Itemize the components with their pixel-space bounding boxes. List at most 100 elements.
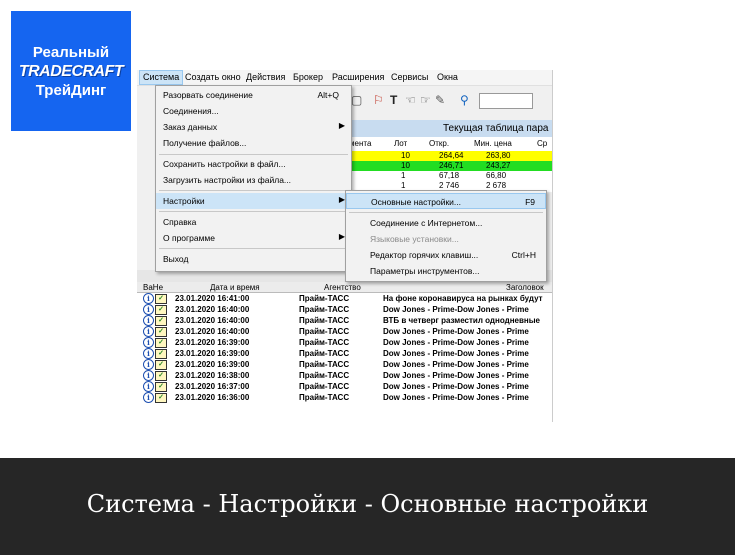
table-title: Текущая таблица пара: [443, 123, 549, 134]
cell-lot: 1: [401, 181, 406, 190]
settings-submenu: Основные настройки... F9 Соединение с Ин…: [345, 190, 547, 282]
menu-item-label: Получение файлов...: [163, 138, 247, 148]
menu-item-help[interactable]: Справка: [156, 214, 351, 230]
table-row[interactable]: i ✓ 23.01.2020 16:36:00 Прайм-ТАСС Dow Jones…: [137, 392, 552, 403]
window-icon[interactable]: ▢: [351, 93, 362, 107]
menu-item-connections[interactable]: Соединения...: [156, 103, 351, 119]
menu-actions[interactable]: Действия: [246, 72, 285, 82]
submenu-item-internet[interactable]: Соединение с Интернетом...: [346, 215, 546, 231]
table-row[interactable]: 10 246,71 243,27: [349, 161, 552, 171]
col-header[interactable]: Агентство: [324, 283, 361, 292]
menu-item-label: Загрузить настройки из файла...: [163, 175, 292, 185]
menu-system[interactable]: Система: [139, 70, 184, 85]
menu-item-label: Разорвать соединение: [163, 90, 253, 100]
table-row[interactable]: 10 264,64 263,80: [349, 151, 552, 161]
menu-item-label: Справка: [163, 217, 197, 227]
col-header[interactable]: Ср: [537, 139, 547, 148]
cell-title: Dow Jones - Prime-Dow Jones - Prime: [383, 393, 529, 402]
cell-datetime: 23.01.2020 16:39:00: [175, 360, 250, 369]
menu-item-label: Сохранить настройки в файл...: [163, 159, 286, 169]
cell-datetime: 23.01.2020 16:36:00: [175, 393, 250, 402]
col-header[interactable]: Дата и время: [210, 283, 260, 292]
menu-item-get-files[interactable]: Получение файлов...: [156, 135, 351, 151]
search-input[interactable]: [479, 93, 533, 109]
system-menu: Разорвать соединение Alt+Q Соединения...…: [155, 85, 352, 272]
envelope-icon: ✓: [155, 316, 167, 326]
menu-broker[interactable]: Брокер: [293, 72, 323, 82]
cell-agency: Прайм-ТАСС: [299, 393, 350, 402]
hand-icon-2[interactable]: ☞: [420, 93, 431, 107]
logo-line-1: Реальный: [32, 44, 110, 61]
cell-datetime: 23.01.2020 16:38:00: [175, 371, 250, 380]
menu-item-settings[interactable]: Настройки ▶: [156, 193, 351, 209]
table-row[interactable]: i ✓ 23.01.2020 16:39:00 Прайм-ТАСС Dow Jones…: [137, 348, 552, 359]
menu-item-label: Соединение с Интернетом...: [370, 218, 483, 228]
menu-item-about[interactable]: О программе ▶: [156, 230, 351, 246]
table-row[interactable]: i ✓ 23.01.2020 16:38:00 Прайм-ТАСС Dow Jones…: [137, 370, 552, 381]
tradecraft-logo: Реальный TRADECRAFT ТрейДинг: [11, 11, 131, 131]
cell-title: Dow Jones - Prime-Dow Jones - Prime: [383, 371, 529, 380]
cell-datetime: 23.01.2020 16:40:00: [175, 316, 250, 325]
col-header[interactable]: ВаНе: [143, 283, 163, 292]
envelope-icon: ✓: [155, 327, 167, 337]
submenu-item-main-settings[interactable]: Основные настройки... F9: [346, 193, 546, 209]
table-row[interactable]: i ✓ 23.01.2020 16:39:00 Прайм-ТАСС Dow Jones…: [137, 337, 552, 348]
table-row[interactable]: i ✓ 23.01.2020 16:37:00 Прайм-ТАСС Dow Jones…: [137, 381, 552, 392]
menu-item-load-settings[interactable]: Загрузить настройки из файла...: [156, 172, 351, 188]
table-row[interactable]: i ✓ 23.01.2020 16:39:00 Прайм-ТАСС Dow Jones…: [137, 359, 552, 370]
cell-agency: Прайм-ТАСС: [299, 316, 350, 325]
cell-datetime: 23.01.2020 16:40:00: [175, 327, 250, 336]
cell-open: 264,64: [439, 151, 464, 160]
menu-separator: [349, 212, 543, 213]
menu-item-label: Параметры инструментов...: [370, 266, 480, 276]
col-header[interactable]: мента: [349, 139, 371, 148]
menu-create-window[interactable]: Создать окно: [185, 72, 241, 82]
menu-item-orders[interactable]: Заказ данных ▶: [156, 119, 351, 135]
col-header[interactable]: Лот: [394, 139, 407, 148]
caption-text: Система - Настройки - Основные настройки: [86, 490, 649, 518]
menu-windows[interactable]: Окна: [437, 72, 458, 82]
cell-title: На фоне коронавируса на рынках будут: [383, 294, 543, 303]
text-icon[interactable]: T: [390, 93, 397, 107]
cell-title: ВТБ в четверг разместил однодневные: [383, 316, 541, 325]
hand-icon[interactable]: ☜: [405, 93, 416, 107]
table-row[interactable]: i ✓ 23.01.2020 16:40:00 Прайм-ТАСС Dow Jones…: [137, 304, 552, 315]
col-header[interactable]: Мин. цена: [474, 139, 512, 148]
col-header[interactable]: Откр.: [429, 139, 449, 148]
alert-icon[interactable]: ⚐: [373, 93, 384, 107]
menu-item-label: Выход: [163, 254, 189, 264]
cell-agency: Прайм-ТАСС: [299, 294, 350, 303]
menu-item-label: Языковые установки...: [370, 234, 459, 244]
menu-item-save-settings[interactable]: Сохранить настройки в файл...: [156, 156, 351, 172]
submenu-item-instruments[interactable]: Параметры инструментов...: [346, 263, 546, 279]
menu-item-exit[interactable]: Выход: [156, 251, 351, 267]
menu-item-label: Редактор горячих клавиш...: [370, 250, 479, 260]
cell-datetime: 23.01.2020 16:41:00: [175, 294, 250, 303]
envelope-icon: ✓: [155, 294, 167, 304]
table-row[interactable]: 1 67,18 66,80: [349, 171, 552, 181]
menu-item-label: Заказ данных: [163, 122, 218, 132]
menu-separator: [159, 211, 348, 212]
envelope-icon: ✓: [155, 349, 167, 359]
col-header[interactable]: Заголовок: [506, 283, 544, 292]
table-row[interactable]: i ✓ 23.01.2020 16:40:00 Прайм-ТАСС ВТБ в чет…: [137, 315, 552, 326]
cell-title: Dow Jones - Prime-Dow Jones - Prime: [383, 338, 529, 347]
info-icon: i: [143, 315, 154, 326]
cell-datetime: 23.01.2020 16:37:00: [175, 382, 250, 391]
menu-item-disconnect[interactable]: Разорвать соединение Alt+Q: [156, 87, 351, 103]
tool-icon[interactable]: ✎: [435, 93, 445, 107]
info-icon: i: [143, 337, 154, 348]
search-icon[interactable]: ⚲: [460, 93, 469, 107]
table-row[interactable]: i ✓ 23.01.2020 16:40:00 Прайм-ТАСС Dow Jones…: [137, 326, 552, 337]
menu-extensions[interactable]: Расширения: [332, 72, 384, 82]
submenu-item-hotkeys[interactable]: Редактор горячих клавиш... Ctrl+H: [346, 247, 546, 263]
cell-title: Dow Jones - Prime-Dow Jones - Prime: [383, 327, 529, 336]
table-row[interactable]: i ✓ 23.01.2020 16:41:00 Прайм-ТАСС На фоне к…: [137, 293, 552, 304]
news-panel: ВаНе Дата и время Агентство Заголовок i ✓…: [137, 270, 552, 422]
cell-agency: Прайм-ТАСС: [299, 305, 350, 314]
menu-services[interactable]: Сервисы: [391, 72, 428, 82]
info-icon: i: [143, 326, 154, 337]
menu-separator: [159, 154, 348, 155]
cell-agency: Прайм-ТАСС: [299, 371, 350, 380]
logo-line-3: ТрейДинг: [35, 82, 107, 99]
